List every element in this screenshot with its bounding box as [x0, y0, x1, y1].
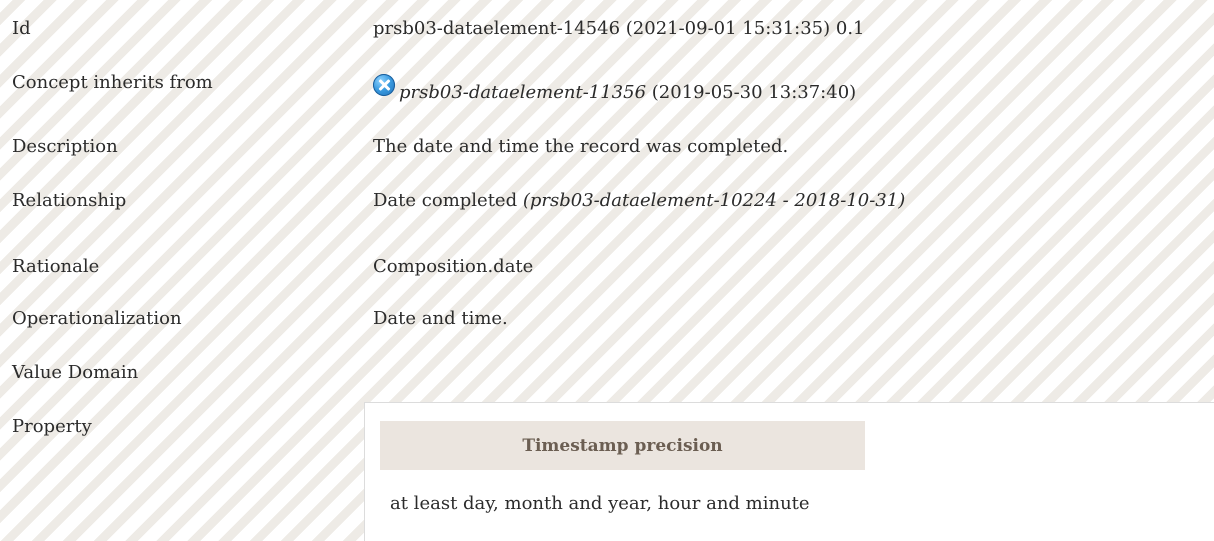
inherits-label: Concept inherits from [12, 72, 213, 93]
inherits-ref-link[interactable]: prsb03-dataelement-11356 [399, 82, 646, 103]
property-panel: Timestamp precision at least day, month … [364, 402, 1214, 541]
relationship-value: Date completed (prsb03-dataelement-10224… [373, 190, 905, 211]
property-value: at least day, month and year, hour and m… [390, 493, 810, 514]
value-domain-label: Value Domain [12, 362, 139, 383]
property-header: Timestamp precision [380, 421, 865, 470]
inherits-value: prsb03-dataelement-11356 (2019-05-30 13:… [373, 74, 857, 103]
id-label: Id [12, 18, 31, 39]
relationship-name: Date completed [373, 190, 518, 211]
inherit-cross-icon[interactable] [373, 74, 395, 96]
rationale-label: Rationale [12, 256, 100, 277]
id-value: prsb03-dataelement-14546 (2021-09-01 15:… [373, 18, 865, 39]
operationalization-label: Operationalization [12, 308, 182, 329]
inherits-date: (2019-05-30 13:37:40) [651, 82, 857, 103]
operationalization-value: Date and time. [373, 308, 508, 329]
property-label: Property [12, 416, 92, 437]
relationship-label: Relationship [12, 190, 127, 211]
relationship-ref: (prsb03-dataelement-10224 - 2018-10-31) [522, 190, 906, 211]
description-label: Description [12, 136, 118, 157]
rationale-value: Composition.date [373, 256, 534, 277]
description-value: The date and time the record was complet… [373, 136, 789, 157]
